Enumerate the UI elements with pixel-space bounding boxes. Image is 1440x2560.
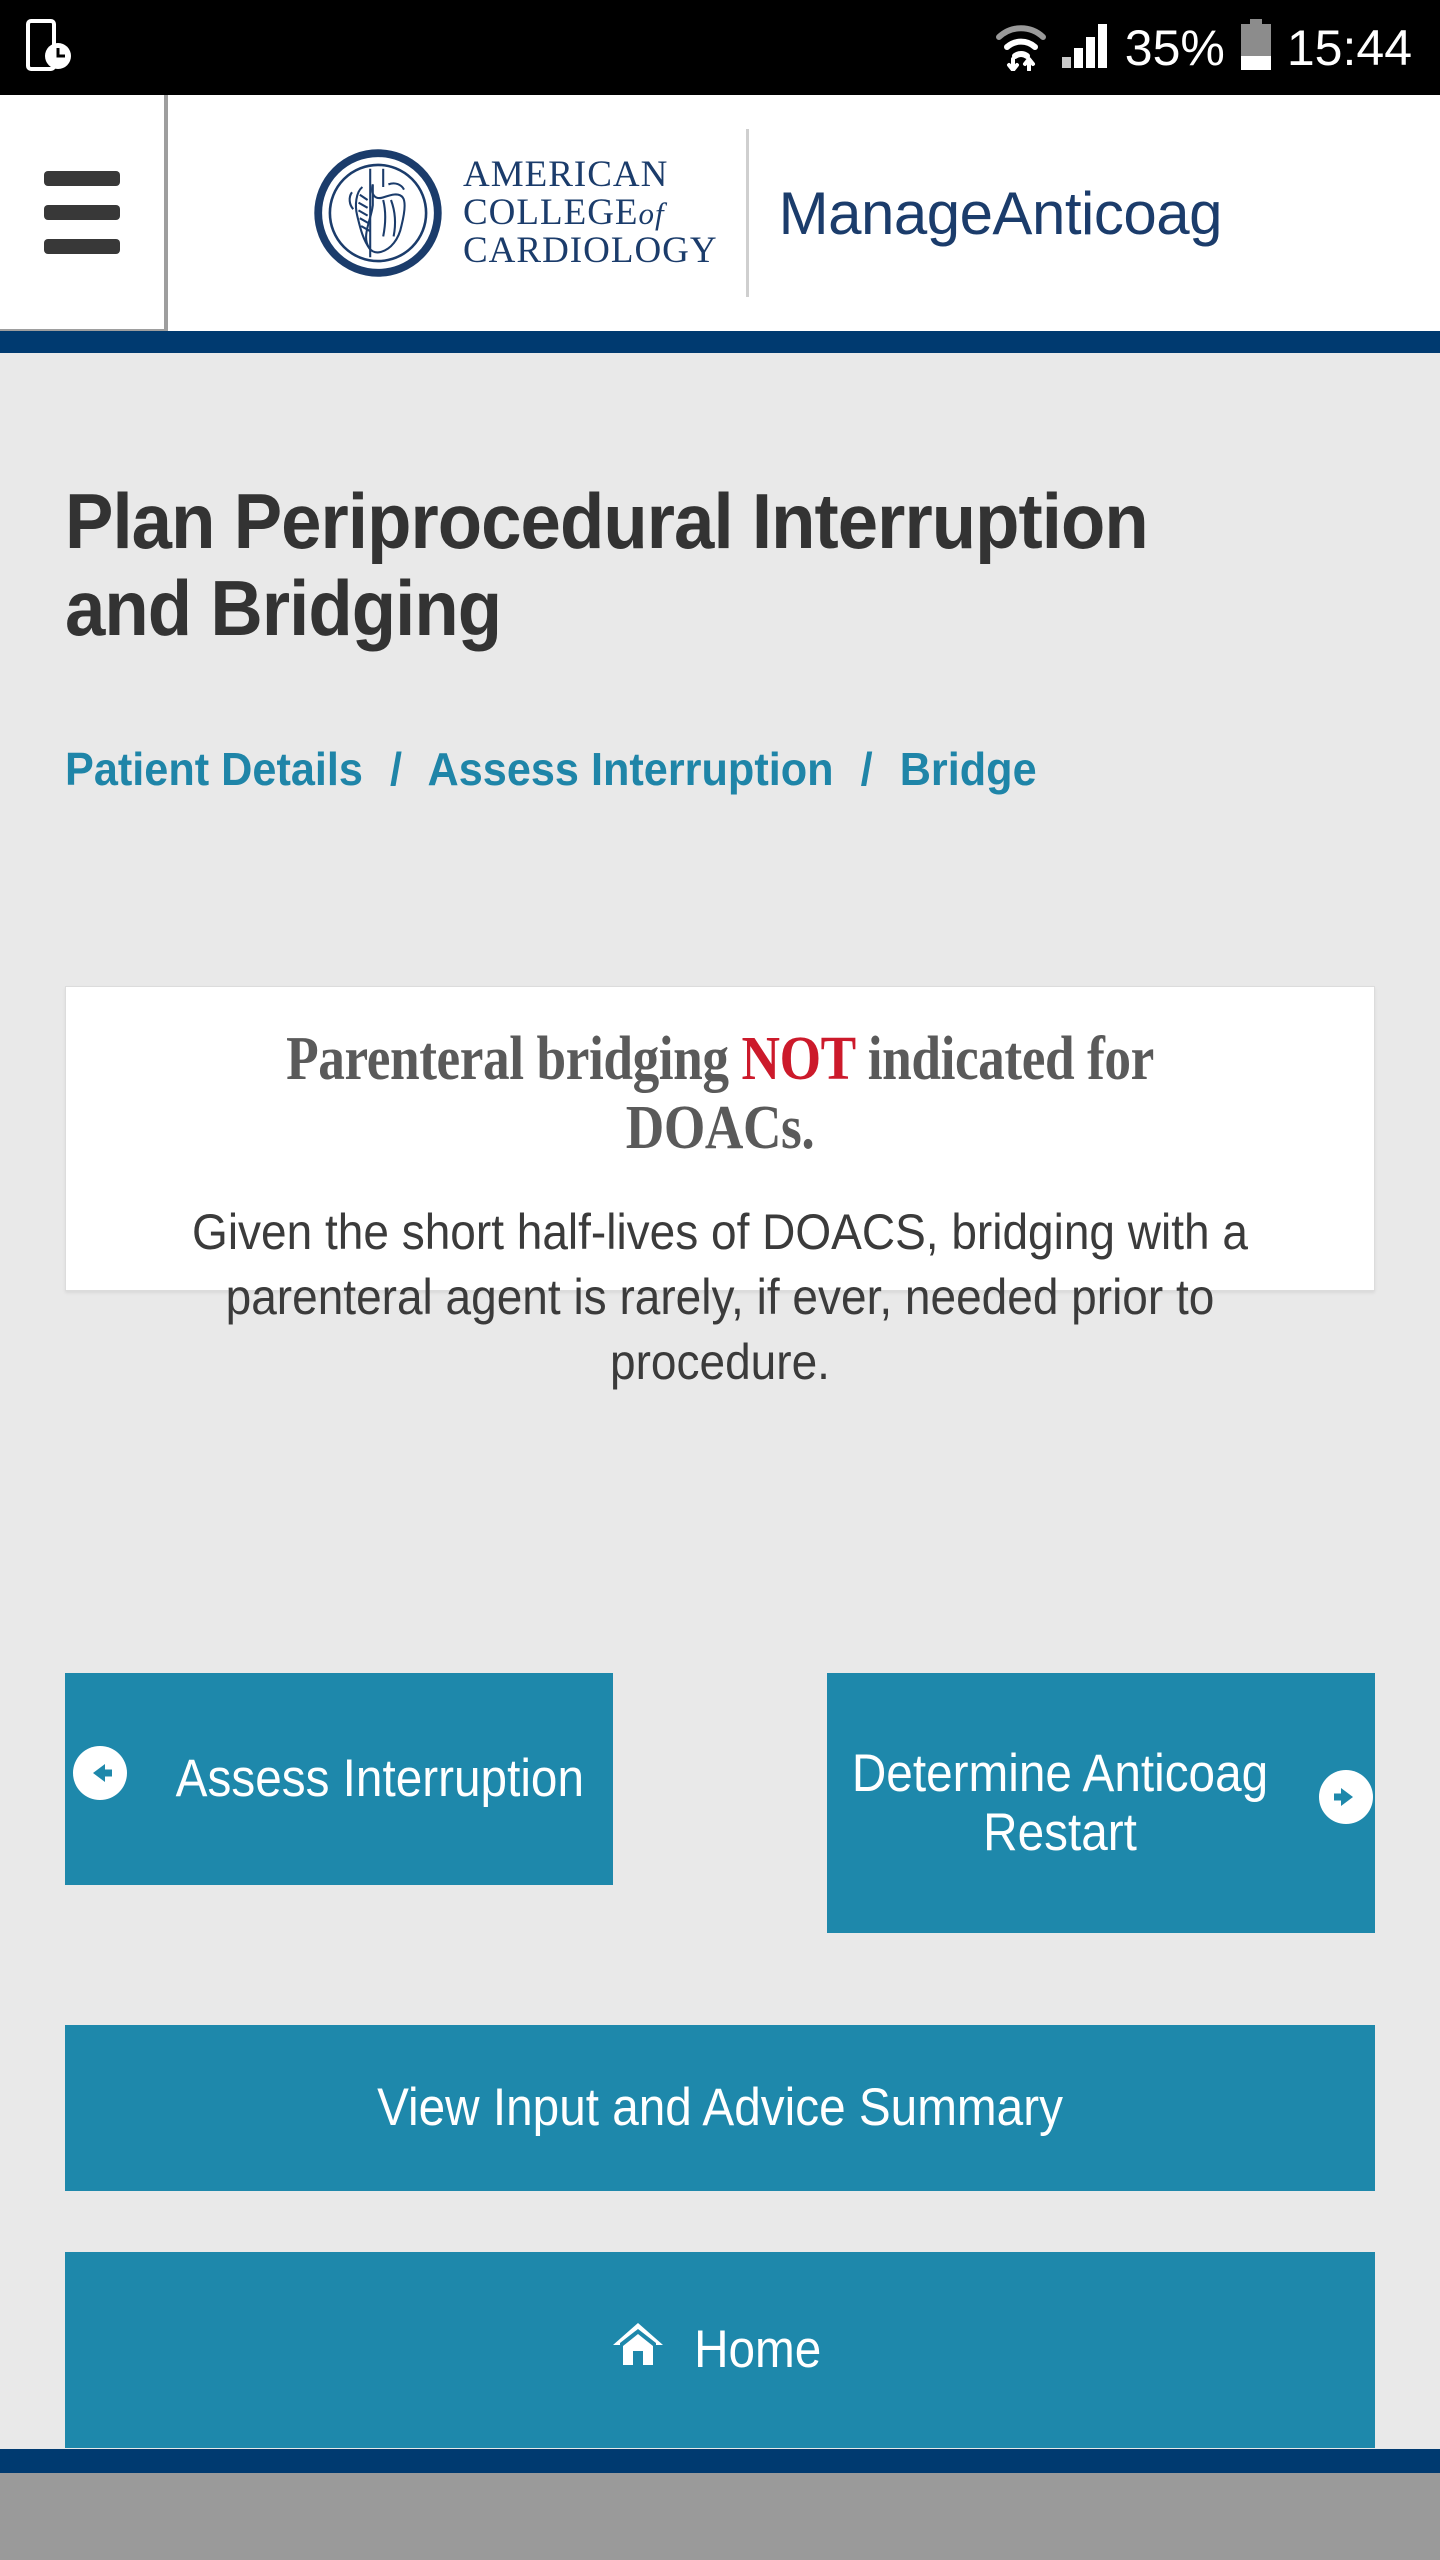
determine-anticoag-restart-label: Determine Anticoag Restart — [851, 1743, 1269, 1862]
home-label: Home — [694, 2320, 822, 2380]
header-divider — [745, 129, 749, 297]
acc-heart-seal-icon — [314, 149, 442, 277]
assess-interruption-label: Assess Interruption — [175, 1749, 585, 1809]
home-button[interactable]: Home — [65, 2252, 1375, 2448]
arrow-circle-right-icon — [1317, 1768, 1375, 1838]
breadcrumb-separator: / — [390, 743, 403, 795]
acc-line-cardiology: CARDIOLOGY — [463, 230, 718, 272]
battery-icon — [1239, 19, 1273, 76]
battery-percent-label: 35% — [1124, 19, 1225, 76]
status-bar-left — [26, 19, 72, 76]
header-accent-rule — [0, 331, 1440, 353]
assess-interruption-button[interactable]: Assess Interruption — [65, 1673, 613, 1885]
app-header: AMERICAN COLLEGEof CARDIOLOGY ManageAnti… — [0, 95, 1440, 333]
breadcrumb-separator-2: / — [860, 743, 873, 795]
system-navigation-bar[interactable] — [0, 2473, 1440, 2560]
acc-line-college: COLLEGEof — [463, 191, 665, 233]
acc-line-american: AMERICAN — [463, 153, 669, 195]
clock-label: 15:44 — [1286, 19, 1412, 76]
footer-accent-rule — [0, 2449, 1440, 2473]
advice-heading-emphasis: NOT — [741, 1025, 856, 1093]
hamburger-menu-button[interactable] — [0, 95, 168, 333]
acc-logo[interactable]: AMERICAN COLLEGEof CARDIOLOGY — [313, 148, 718, 278]
breadcrumb-item-patient-details[interactable]: Patient Details — [65, 743, 363, 795]
wifi-transfer-icon — [995, 19, 1047, 76]
determine-anticoag-restart-button[interactable]: Determine Anticoag Restart — [827, 1673, 1375, 1933]
advice-card-body: Given the short half-lives of DOACS, bri… — [192, 1203, 1248, 1390]
advice-card: Parenteral bridging NOT indicated for DO… — [65, 986, 1375, 1390]
page-content: Plan Periprocedural Interruption and Bri… — [0, 353, 1440, 2449]
brand-area: AMERICAN COLLEGEof CARDIOLOGY ManageAnti… — [168, 95, 1440, 331]
cell-signal-icon — [1061, 21, 1111, 74]
hamburger-menu-icon-bar-3 — [44, 238, 120, 254]
breadcrumb-item-assess-interruption[interactable]: Assess Interruption — [428, 743, 834, 795]
hamburger-menu-icon — [44, 170, 120, 186]
home-icon — [611, 2319, 665, 2381]
status-bar: 35% 15:44 — [0, 0, 1440, 95]
hamburger-menu-icon-bar-2 — [44, 204, 120, 220]
advice-card-heading: Parenteral bridging NOT indicated for DO… — [195, 1025, 1244, 1164]
advice-heading-part1: Parenteral bridging — [286, 1025, 742, 1093]
view-summary-button[interactable]: View Input and Advice Summary — [65, 2025, 1375, 2191]
acc-wordmark: AMERICAN COLLEGEof CARDIOLOGY — [463, 153, 718, 272]
breadcrumb: Patient Details / Assess Interruption / … — [65, 738, 1240, 801]
screen-record-icon — [26, 19, 72, 76]
app-title: ManageAnticoag — [778, 179, 1223, 247]
view-summary-label: View Input and Advice Summary — [377, 2078, 1063, 2138]
breadcrumb-item-bridge[interactable]: Bridge — [900, 743, 1037, 795]
status-bar-right: 35% 15:44 — [995, 19, 1412, 76]
page-title: Plan Periprocedural Interruption and Bri… — [65, 477, 1149, 653]
arrow-circle-left-icon — [71, 1744, 129, 1814]
